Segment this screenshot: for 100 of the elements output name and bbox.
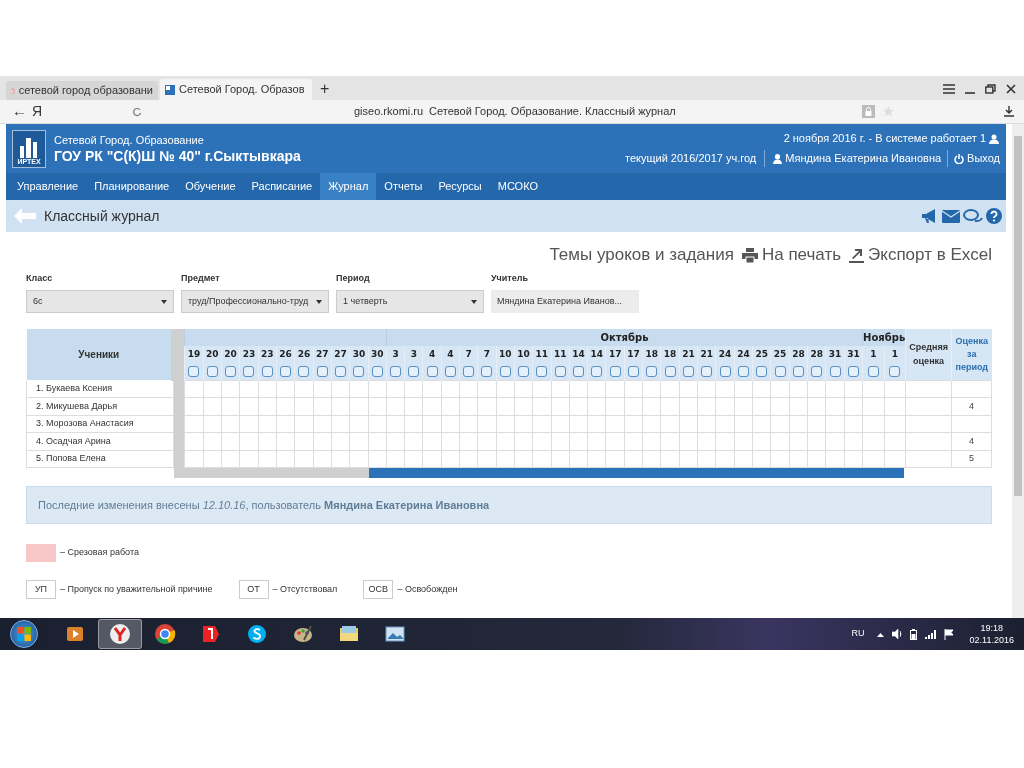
user-icon <box>773 153 783 164</box>
checkbox[interactable] <box>573 365 584 377</box>
checkbox[interactable] <box>701 365 713 377</box>
clock-date[interactable]: 02.11.2016 <box>969 634 1014 646</box>
export-link[interactable]: Экспорт в Excel <box>849 242 992 268</box>
checkbox[interactable] <box>719 365 731 377</box>
checkbox[interactable] <box>426 365 438 377</box>
date-header: 7 <box>459 346 478 363</box>
checkbox[interactable] <box>225 365 237 377</box>
signal-icon[interactable] <box>924 629 936 639</box>
nav-item[interactable]: Ресурсы <box>430 173 490 200</box>
battery-icon[interactable] <box>909 628 917 640</box>
date-header: 7 <box>477 346 496 363</box>
language-indicator[interactable]: RU <box>851 627 865 641</box>
nav-item[interactable]: Управление <box>9 173 87 200</box>
checkbox[interactable] <box>206 365 218 377</box>
taskbar-button[interactable] <box>98 619 142 649</box>
restore-icon[interactable] <box>985 84 996 94</box>
checkbox[interactable] <box>408 365 420 377</box>
date-header: 30 <box>368 346 387 363</box>
checkbox[interactable] <box>316 365 328 377</box>
checkbox[interactable] <box>481 365 493 377</box>
speaker-icon[interactable] <box>891 629 902 639</box>
scrollbar-thumb[interactable] <box>1014 136 1022 496</box>
checkbox[interactable] <box>591 365 603 377</box>
checkbox[interactable] <box>390 365 402 377</box>
browser-tab[interactable]: сетевой город образовани <box>6 81 158 100</box>
date-header: 20 <box>221 346 240 363</box>
date-header: 31 <box>825 346 845 363</box>
user-name[interactable]: Мяндина Екатерина Ивановна <box>785 150 949 167</box>
checkbox[interactable] <box>188 365 200 377</box>
date-header: 1 <box>884 346 906 363</box>
date-header: 19 <box>184 346 204 363</box>
column-header: Средняя оценка <box>905 329 952 380</box>
checkbox[interactable] <box>536 365 548 377</box>
checkbox[interactable] <box>463 365 475 377</box>
show-hidden-icons[interactable] <box>876 631 884 637</box>
checkbox[interactable] <box>664 365 676 377</box>
checkbox[interactable] <box>847 365 859 377</box>
checkbox[interactable] <box>499 365 511 377</box>
checkbox[interactable] <box>518 365 529 377</box>
export-icon <box>849 247 865 263</box>
checkbox[interactable] <box>737 365 749 377</box>
checkbox[interactable] <box>811 365 823 377</box>
nav-item[interactable]: МСОКО <box>489 173 546 200</box>
chat-icon[interactable] <box>963 208 983 224</box>
logout-link[interactable]: Выход <box>967 150 1000 167</box>
checkbox[interactable] <box>682 365 694 377</box>
lesson-topics-link[interactable]: Темы уроков и задания <box>549 242 734 268</box>
checkbox[interactable] <box>867 365 879 377</box>
checkbox[interactable] <box>280 365 292 377</box>
dropdown[interactable]: труд/Профессионально-труд <box>181 290 329 313</box>
checkbox[interactable] <box>335 365 347 377</box>
column-header: Ученики <box>26 329 174 380</box>
checkbox[interactable] <box>756 365 768 377</box>
checkbox[interactable] <box>371 365 383 377</box>
nav-item[interactable]: Планирование <box>86 173 178 200</box>
help-icon[interactable] <box>986 208 1002 224</box>
checkbox[interactable] <box>774 365 786 377</box>
clock-time[interactable]: 19:18 <box>980 622 1004 634</box>
nav-item[interactable]: Обучение <box>177 173 244 200</box>
nav-item[interactable]: Отчеты <box>376 173 431 200</box>
checkbox[interactable] <box>243 365 255 377</box>
reload-icon[interactable] <box>132 106 142 117</box>
start-button[interactable] <box>10 620 38 648</box>
checkbox[interactable] <box>889 365 901 377</box>
browser-logo[interactable]: Я <box>32 101 132 122</box>
checkbox[interactable] <box>444 365 456 377</box>
checkbox[interactable] <box>627 365 639 377</box>
browser-tab[interactable]: Сетевой Город. Образов <box>160 79 312 100</box>
date-header: 17 <box>606 346 625 363</box>
checkbox[interactable] <box>298 365 310 377</box>
checkbox[interactable] <box>792 365 804 377</box>
checkbox[interactable] <box>261 365 273 377</box>
print-link[interactable]: На печать <box>741 242 842 268</box>
nav-item[interactable]: Расписание <box>243 173 321 200</box>
windows-logo-icon <box>17 627 31 641</box>
date-header: 3 <box>404 346 423 363</box>
checkbox[interactable] <box>609 365 621 377</box>
lock-icon[interactable] <box>862 105 875 118</box>
menu-icon[interactable] <box>943 84 955 94</box>
download-icon[interactable] <box>1004 106 1014 117</box>
power-icon[interactable] <box>954 153 965 164</box>
checkbox[interactable] <box>646 365 658 377</box>
scrollbar-thumb[interactable] <box>369 468 904 478</box>
close-icon[interactable] <box>1006 84 1016 94</box>
dropdown[interactable]: 6с <box>26 290 174 313</box>
envelope-icon[interactable] <box>942 209 960 223</box>
vertical-scrollbar[interactable] <box>1012 124 1024 618</box>
checkbox[interactable] <box>829 365 841 377</box>
back-button[interactable]: ← <box>0 100 32 123</box>
dropdown[interactable]: 1 четверть <box>336 290 484 313</box>
new-tab-button[interactable]: + <box>312 78 338 100</box>
flag-icon[interactable] <box>943 628 954 640</box>
checkbox[interactable] <box>554 365 566 377</box>
checkbox[interactable] <box>353 365 365 377</box>
legend-label: – Отсутствовал <box>272 582 338 596</box>
nav-item[interactable]: Журнал <box>320 173 377 200</box>
date-header: 10 <box>514 346 533 363</box>
horizontal-scrollbar[interactable] <box>174 468 904 478</box>
